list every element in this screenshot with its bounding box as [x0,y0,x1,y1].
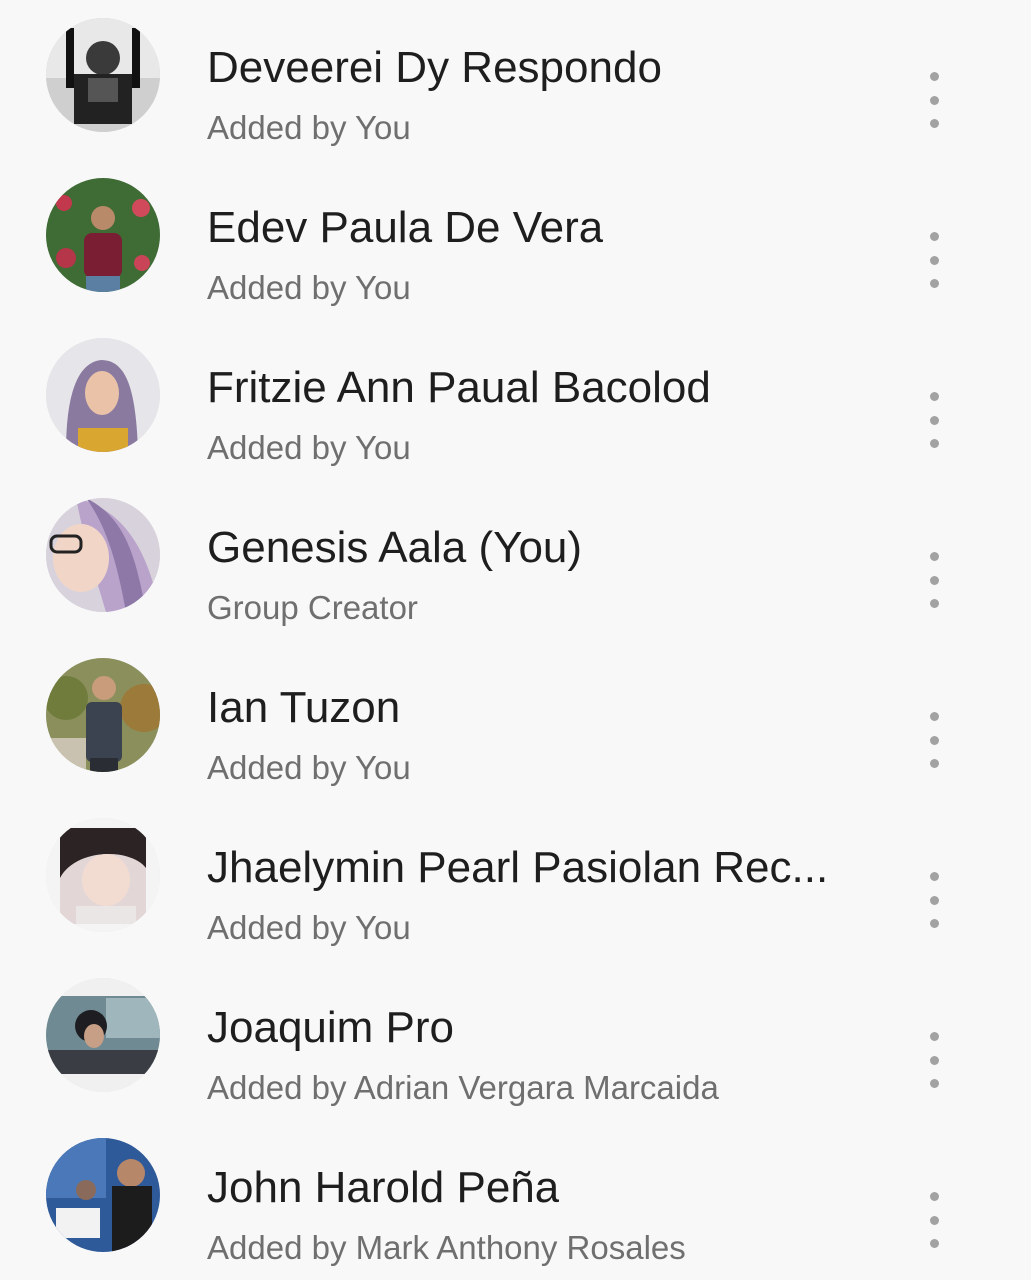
avatar-photo-icon [46,498,160,612]
avatar-photo-icon [46,1138,160,1252]
more-options-button[interactable] [914,1192,954,1248]
member-name: Deveerei Dy Respondo [207,43,662,92]
more-options-button[interactable] [914,232,954,288]
member-row[interactable]: Edev Paula De Vera Added by You [0,160,1031,320]
avatar[interactable] [46,498,160,612]
member-name: Jhaelymin Pearl Pasiolan Rec... [207,843,829,892]
avatar[interactable] [46,338,160,452]
more-options-button[interactable] [914,1032,954,1088]
member-subtitle: Added by You [207,909,411,946]
more-vertical-icon [929,1032,939,1041]
member-row[interactable]: Genesis Aala (You) Group Creator [0,480,1031,640]
member-name: John Harold Peña [207,1163,560,1212]
avatar-photo-icon [46,338,160,452]
member-subtitle: Added by You [207,109,411,146]
member-row[interactable]: Ian Tuzon Added by You [0,640,1031,800]
avatar-photo-icon [46,178,160,292]
avatar-photo-icon [46,818,160,932]
avatar-photo-icon [46,978,160,1092]
member-subtitle: Added by Adrian Vergara Marcaida [207,1069,719,1106]
more-options-button[interactable] [914,392,954,448]
member-row[interactable]: Jhaelymin Pearl Pasiolan Rec... Added by… [0,800,1031,960]
more-options-button[interactable] [914,872,954,928]
more-options-button[interactable] [914,552,954,608]
member-subtitle: Added by You [207,429,411,466]
more-vertical-icon [929,552,939,561]
member-subtitle: Group Creator [207,589,418,626]
more-vertical-icon [929,872,939,881]
more-vertical-icon [929,1192,939,1201]
avatar-photo-icon [46,18,160,132]
avatar[interactable] [46,178,160,292]
more-vertical-icon [929,232,939,241]
member-row[interactable]: Deveerei Dy Respondo Added by You [0,0,1031,160]
member-row[interactable]: John Harold Peña Added by Mark Anthony R… [0,1120,1031,1280]
more-options-button[interactable] [914,72,954,128]
more-vertical-icon [929,72,939,81]
member-subtitle: Added by You [207,269,411,306]
member-name: Ian Tuzon [207,683,401,732]
member-list: Deveerei Dy Respondo Added by You Edev P… [0,0,1031,1280]
avatar[interactable] [46,978,160,1092]
avatar[interactable] [46,818,160,932]
more-vertical-icon [929,392,939,401]
member-name: Fritzie Ann Paual Bacolod [207,363,711,412]
member-name: Joaquim Pro [207,1003,455,1052]
member-row[interactable]: Fritzie Ann Paual Bacolod Added by You [0,320,1031,480]
member-row[interactable]: Joaquim Pro Added by Adrian Vergara Marc… [0,960,1031,1120]
avatar-photo-icon [46,658,160,772]
more-options-button[interactable] [914,712,954,768]
avatar[interactable] [46,18,160,132]
member-name: Genesis Aala (You) [207,523,583,572]
avatar[interactable] [46,1138,160,1252]
member-name: Edev Paula De Vera [207,203,604,252]
more-vertical-icon [929,712,939,721]
avatar[interactable] [46,658,160,772]
member-subtitle: Added by Mark Anthony Rosales [207,1229,686,1266]
member-subtitle: Added by You [207,749,411,786]
